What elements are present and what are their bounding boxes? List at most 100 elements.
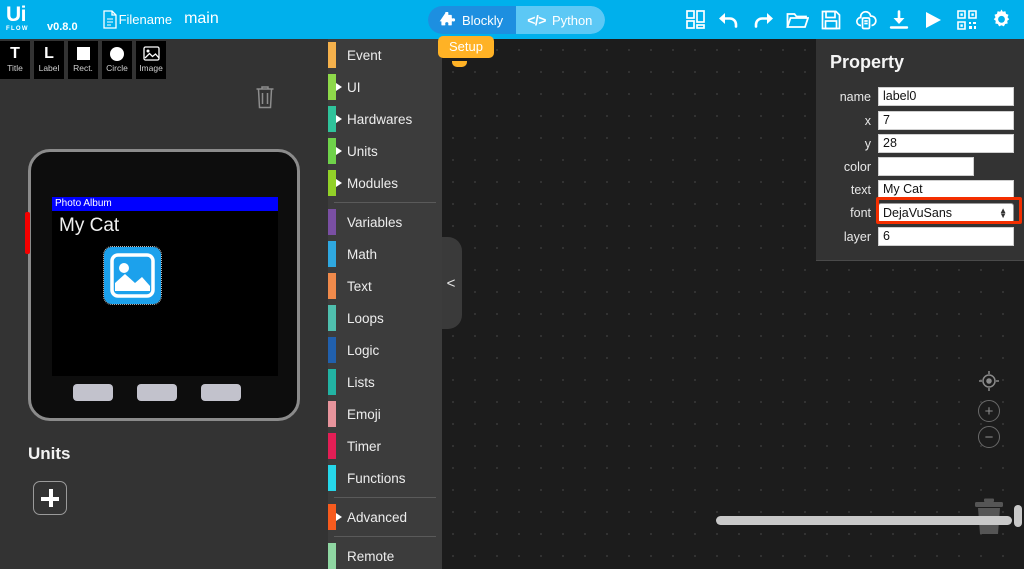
category-math[interactable]: Math bbox=[328, 238, 442, 270]
category-ui[interactable]: UI bbox=[328, 71, 442, 103]
category-loops[interactable]: Loops bbox=[328, 302, 442, 334]
property-select-font[interactable]: DejaVuSans ▲ ▼ bbox=[878, 202, 1014, 223]
app-logo[interactable]: Ui FLOW v0.8.0 bbox=[6, 2, 78, 35]
tab-python-label: Python bbox=[551, 12, 593, 28]
device-button-c[interactable] bbox=[201, 384, 241, 401]
device-screen[interactable]: Photo Album My Cat bbox=[52, 197, 278, 376]
tab-blockly-label: Blockly bbox=[462, 12, 504, 28]
property-input-color[interactable] bbox=[878, 157, 974, 176]
workspace-horizontal-scrollbar[interactable] bbox=[716, 516, 1012, 525]
units-section-title: Units bbox=[28, 444, 71, 463]
download-icon[interactable] bbox=[884, 5, 914, 35]
tool-rect-label: Rect. bbox=[73, 63, 93, 73]
title-t-icon: T bbox=[10, 44, 20, 62]
setup-block-label: Setup bbox=[449, 39, 483, 54]
category-timer[interactable]: Timer bbox=[328, 430, 442, 462]
category-advanced[interactable]: Advanced bbox=[328, 501, 442, 533]
category-units[interactable]: Units bbox=[328, 135, 442, 167]
redo-icon[interactable] bbox=[748, 5, 778, 35]
logo-main-text: Ui bbox=[6, 2, 27, 26]
category-label: Units bbox=[347, 143, 378, 159]
category-label: Remote bbox=[347, 548, 395, 564]
category-color-bar bbox=[328, 170, 336, 196]
property-key-font: font bbox=[850, 205, 871, 220]
qr-code-icon[interactable] bbox=[952, 5, 982, 35]
filename-value[interactable]: main bbox=[184, 10, 219, 28]
category-color-bar bbox=[328, 401, 336, 427]
run-play-icon[interactable] bbox=[918, 5, 948, 35]
screen-title-bar[interactable]: Photo Album bbox=[52, 197, 278, 211]
category-color-bar bbox=[328, 209, 336, 235]
category-remote[interactable]: Remote bbox=[328, 540, 442, 569]
category-hardwares[interactable]: Hardwares bbox=[328, 103, 442, 135]
property-input-layer[interactable]: 6 bbox=[878, 227, 1014, 246]
save-disk-icon[interactable] bbox=[816, 5, 846, 35]
image-placeholder-icon[interactable] bbox=[103, 246, 162, 305]
category-lists[interactable]: Lists bbox=[328, 366, 442, 398]
open-folder-icon[interactable] bbox=[782, 5, 812, 35]
category-color-bar bbox=[328, 337, 336, 363]
layout-blocks-icon[interactable] bbox=[680, 5, 710, 35]
header-toolbar bbox=[678, 0, 1018, 39]
tab-python[interactable]: </> Python bbox=[516, 6, 606, 34]
settings-gear-icon[interactable] bbox=[986, 5, 1016, 35]
undo-icon[interactable] bbox=[714, 5, 744, 35]
property-input-x[interactable]: 7 bbox=[878, 111, 1014, 130]
category-label: Hardwares bbox=[347, 111, 413, 127]
setup-block[interactable]: Setup bbox=[438, 36, 494, 58]
chevron-right-icon bbox=[336, 115, 342, 123]
label-l-icon: L bbox=[44, 44, 54, 62]
zoom-out-button[interactable]: − bbox=[978, 426, 1000, 448]
tool-label-label: Label bbox=[38, 63, 60, 73]
document-icon bbox=[102, 9, 118, 29]
property-key-layer: layer bbox=[843, 229, 871, 244]
category-variables[interactable]: Variables bbox=[328, 206, 442, 238]
tab-blockly[interactable]: Blockly bbox=[428, 6, 517, 34]
category-modules[interactable]: Modules bbox=[328, 167, 442, 199]
device-button-a[interactable] bbox=[73, 384, 113, 401]
property-select-value-font: DejaVuSans bbox=[883, 205, 953, 220]
filename-group[interactable]: Filename main bbox=[102, 9, 219, 29]
category-color-bar bbox=[328, 465, 336, 491]
property-row-font: font DejaVuSans ▲ ▼ bbox=[816, 201, 1024, 224]
category-color-bar bbox=[328, 42, 336, 68]
category-logic[interactable]: Logic bbox=[328, 334, 442, 366]
category-event[interactable]: Event bbox=[328, 39, 442, 71]
spinner-arrows-icon[interactable]: ▲ ▼ bbox=[999, 206, 1007, 219]
tool-rect[interactable]: Rect. bbox=[68, 41, 98, 79]
category-functions[interactable]: Functions bbox=[328, 462, 442, 494]
category-text[interactable]: Text bbox=[328, 270, 442, 302]
tool-image[interactable]: Image bbox=[136, 41, 166, 79]
cloud-icon[interactable] bbox=[850, 5, 880, 35]
category-color-bar bbox=[328, 543, 336, 569]
property-input-text[interactable]: My Cat bbox=[878, 180, 1014, 199]
property-row-x: x7 bbox=[816, 109, 1024, 132]
device-preview: Photo Album My Cat bbox=[25, 149, 300, 421]
property-input-y[interactable]: 28 bbox=[878, 134, 1014, 153]
screen-label-element[interactable]: My Cat bbox=[59, 214, 119, 237]
collapse-chevron-left-icon: < bbox=[446, 274, 456, 292]
property-input-name[interactable]: label0 bbox=[878, 87, 1014, 106]
zoom-in-button[interactable]: + bbox=[978, 400, 1000, 422]
tool-label[interactable]: L Label bbox=[34, 41, 64, 79]
category-label: Event bbox=[347, 47, 382, 63]
category-label: Lists bbox=[347, 374, 375, 390]
target-center-icon[interactable] bbox=[978, 370, 1000, 397]
category-emoji[interactable]: Emoji bbox=[328, 398, 442, 430]
trash-icon[interactable] bbox=[255, 85, 275, 114]
tool-title-label: Title bbox=[7, 63, 23, 73]
device-button-b[interactable] bbox=[137, 384, 177, 401]
category-color-bar bbox=[328, 138, 336, 164]
code-brackets-icon: </> bbox=[527, 12, 546, 28]
tool-title[interactable]: T Title bbox=[0, 41, 30, 79]
category-color-bar bbox=[328, 74, 336, 100]
add-unit-button[interactable] bbox=[33, 481, 67, 515]
tool-circle[interactable]: Circle bbox=[102, 41, 132, 79]
workspace-vertical-scrollbar[interactable] bbox=[1014, 505, 1022, 527]
tool-image-label: Image bbox=[139, 63, 163, 73]
chevron-right-icon bbox=[336, 147, 342, 155]
collapse-panel-handle[interactable]: < bbox=[442, 237, 462, 329]
editor-mode-toggle[interactable]: Blockly </> Python bbox=[428, 6, 606, 34]
category-color-bar bbox=[328, 241, 336, 267]
property-key-y: y bbox=[864, 136, 871, 151]
